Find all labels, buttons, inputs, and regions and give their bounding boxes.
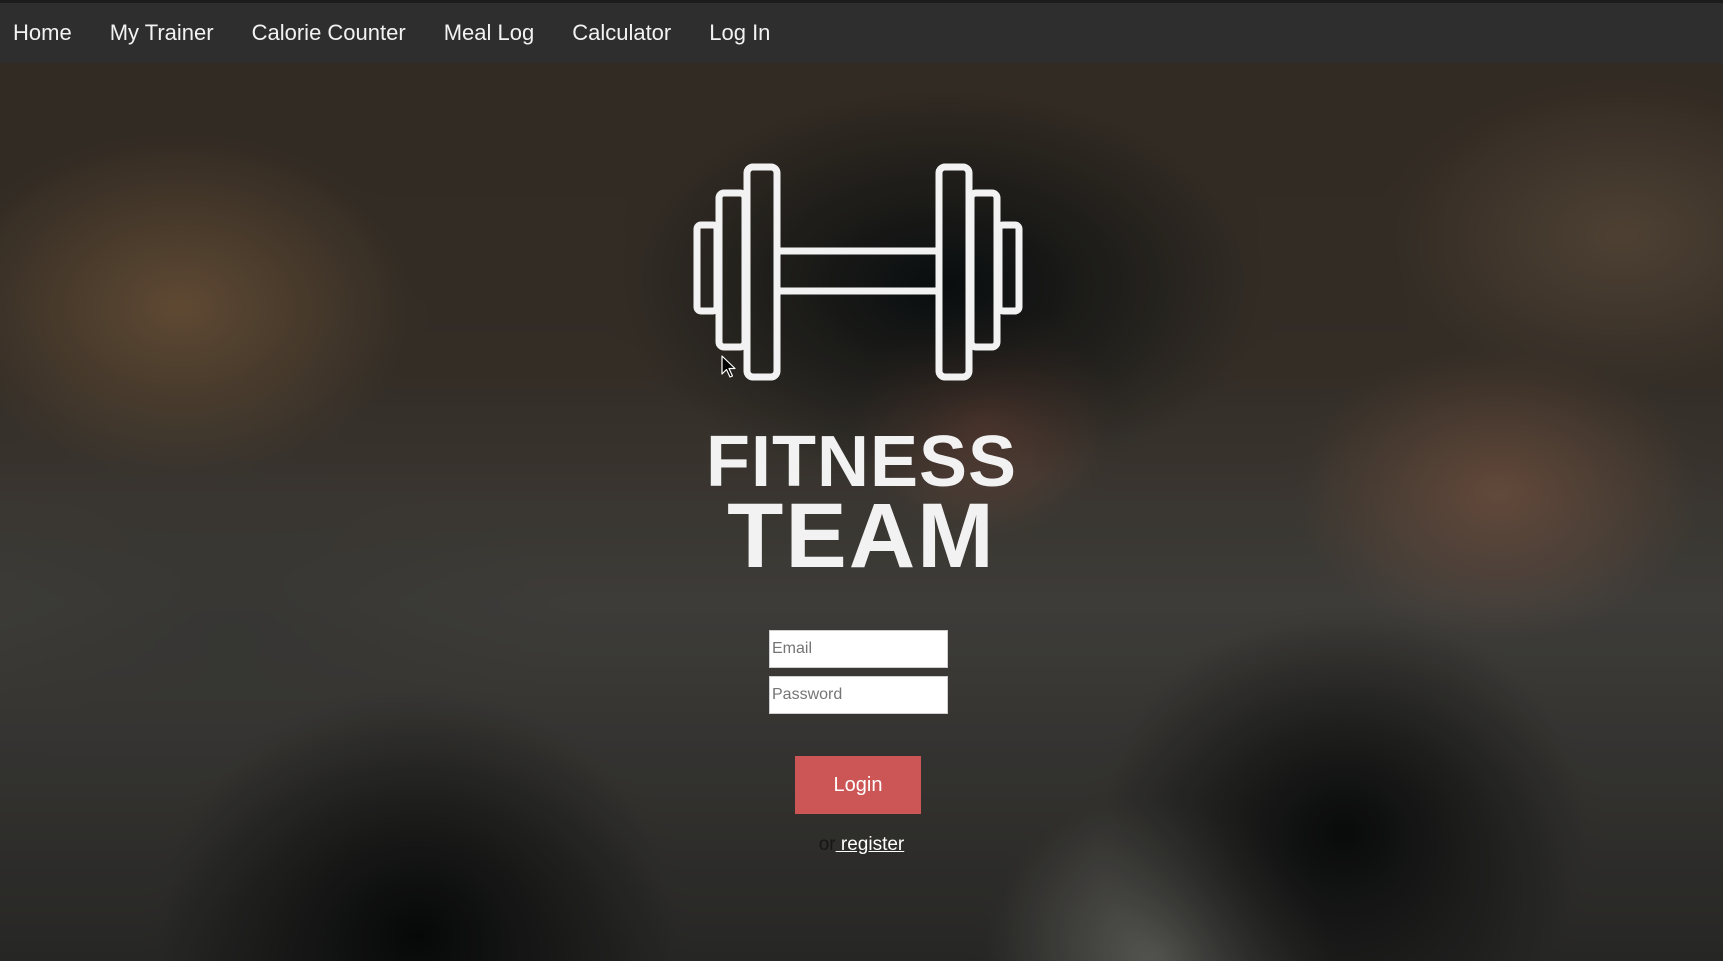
- register-prompt: or register: [0, 834, 1723, 856]
- nav-calculator[interactable]: Calculator: [572, 20, 671, 46]
- or-text: or: [818, 834, 836, 855]
- login-form: [769, 630, 949, 714]
- top-navbar: Home My Trainer Calorie Counter Meal Log…: [0, 0, 1723, 63]
- nav-log-in[interactable]: Log In: [709, 20, 770, 46]
- nav-calorie-counter[interactable]: Calorie Counter: [252, 20, 406, 46]
- page: Home My Trainer Calorie Counter Meal Log…: [0, 0, 1723, 961]
- nav-my-trainer[interactable]: My Trainer: [110, 20, 214, 46]
- dumbbell-icon: [693, 163, 1023, 381]
- password-field[interactable]: [769, 676, 948, 714]
- register-link[interactable]: register: [836, 834, 904, 855]
- email-field[interactable]: [769, 630, 948, 668]
- nav-meal-log[interactable]: Meal Log: [444, 20, 535, 46]
- nav-home[interactable]: Home: [13, 20, 72, 46]
- mouse-cursor-icon: [721, 355, 736, 378]
- login-button[interactable]: Login: [795, 756, 921, 814]
- brand-title-line2: TEAM: [727, 485, 996, 587]
